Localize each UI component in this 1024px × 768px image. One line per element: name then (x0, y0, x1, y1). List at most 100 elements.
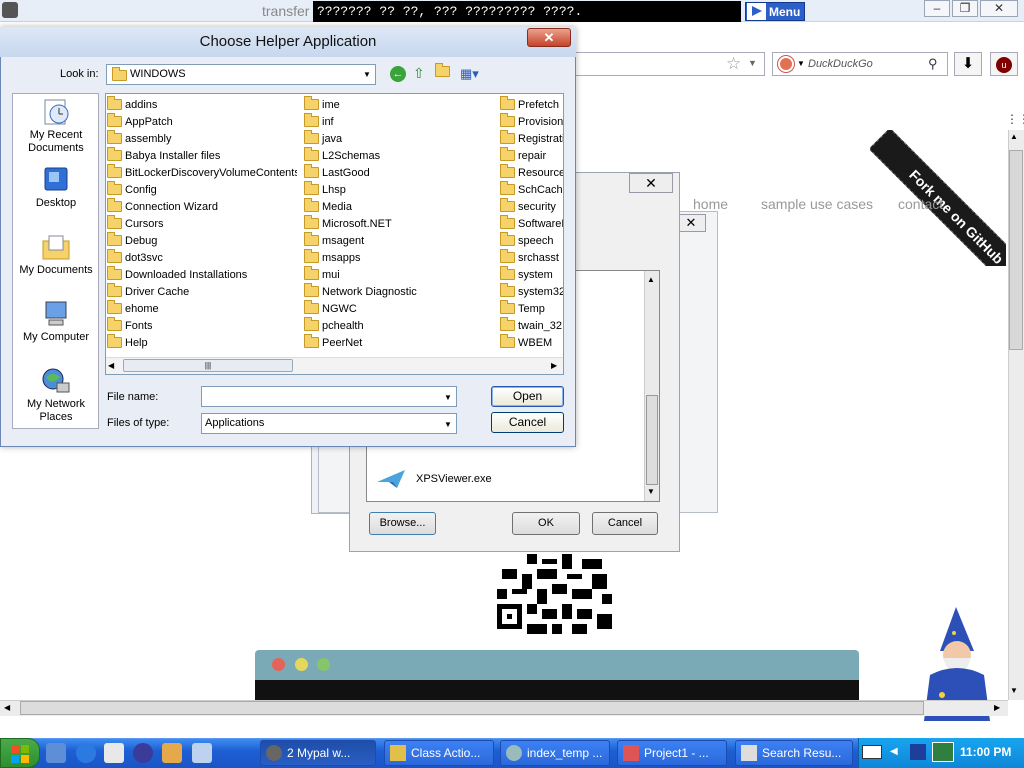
close-window-button[interactable]: ✕ (980, 0, 1018, 17)
dialog-close-icon[interactable]: ✕ (629, 173, 673, 193)
vertical-scroll-thumb[interactable] (1009, 150, 1023, 350)
list-item[interactable]: SoftwareD (500, 215, 563, 232)
list-item[interactable]: pchealth (304, 317, 494, 334)
task-index-temp[interactable]: index_temp ... (500, 740, 610, 766)
list-item[interactable]: inf (304, 113, 494, 130)
list-item[interactable]: Connection Wizard (107, 198, 297, 215)
maximize-button[interactable]: ❐ (952, 0, 978, 17)
nav-link-contact[interactable]: contact (898, 196, 943, 212)
list-item[interactable]: security (500, 198, 563, 215)
list-item[interactable]: speech (500, 232, 563, 249)
file-name-input[interactable] (201, 386, 457, 407)
nav-link-use-cases[interactable]: sample use cases (761, 196, 873, 212)
list-item[interactable]: Downloaded Installations (107, 266, 297, 283)
list-item[interactable]: assembly (107, 130, 297, 147)
list-item[interactable]: NGWC (304, 300, 494, 317)
list-item[interactable]: msagent (304, 232, 494, 249)
list-scroll-up-icon[interactable]: ▲ (647, 275, 655, 284)
list-item[interactable]: Config (107, 181, 297, 198)
place-my-documents[interactable]: My Documents (13, 233, 99, 277)
list-item[interactable]: srchasst (500, 249, 563, 266)
media-player-icon[interactable] (133, 743, 153, 763)
duckduckgo-icon[interactable] (778, 56, 794, 72)
scroll-left-icon[interactable]: ◀ (4, 703, 10, 712)
list-item[interactable]: system32 (500, 283, 563, 300)
place-desktop[interactable]: Desktop (13, 166, 99, 210)
chevron-down-icon[interactable]: ▼ (444, 420, 452, 429)
list-item[interactable]: AppPatch (107, 113, 297, 130)
list-item[interactable]: SchCache (500, 181, 563, 198)
network-tray-icon[interactable] (910, 744, 926, 760)
list-item[interactable]: ehome (107, 300, 297, 317)
scroll-left-icon[interactable]: ◀ (108, 361, 114, 370)
download-button[interactable]: ⬇ (954, 52, 982, 76)
list-item[interactable]: addins (107, 96, 297, 113)
back-icon[interactable]: ← (390, 66, 406, 82)
place-network[interactable]: My Network Places (13, 367, 99, 424)
list-item[interactable]: java (304, 130, 494, 147)
list-item[interactable]: Registrati (500, 130, 563, 147)
list-item[interactable]: Lhsp (304, 181, 494, 198)
dialog-cancel-button[interactable]: Cancel (491, 412, 564, 433)
cancel-button[interactable]: Cancel (592, 512, 658, 535)
background-close-icon[interactable]: ✕ (676, 214, 706, 232)
view-menu-icon[interactable]: ▦▾ (460, 66, 479, 82)
task-project1[interactable]: Project1 - ... (617, 740, 727, 766)
tools-icon[interactable] (162, 743, 182, 763)
list-item[interactable]: msapps (304, 249, 494, 266)
list-item[interactable]: LastGood (304, 164, 494, 181)
list-item[interactable]: Driver Cache (107, 283, 297, 300)
menu-button[interactable]: Menu (745, 2, 805, 21)
list-item[interactable]: Media (304, 198, 494, 215)
scroll-right-icon[interactable]: ▶ (551, 361, 557, 370)
ublock-button[interactable]: u (990, 52, 1018, 76)
task-class-action[interactable]: Class Actio... (384, 740, 494, 766)
list-item[interactable]: PeerNet (304, 334, 494, 351)
quick-launch-icon[interactable] (46, 743, 66, 763)
browse-button[interactable]: Browse... (369, 512, 436, 535)
tray-arrow-icon[interactable]: ◀ (890, 746, 898, 757)
menu-grip-icon[interactable]: ⋮⋮ (1006, 112, 1024, 126)
list-item[interactable]: Fonts (107, 317, 297, 334)
files-of-type-select[interactable]: Applications (201, 413, 457, 434)
scroll-right-icon[interactable]: ▶ (994, 703, 1000, 712)
scroll-up-icon[interactable]: ▲ (1010, 132, 1018, 141)
up-folder-icon[interactable]: ⇧ (413, 65, 425, 82)
minimize-button[interactable]: – (924, 0, 950, 17)
file-list-scroll-thumb[interactable]: ||| (123, 359, 293, 372)
horizontal-scroll-thumb[interactable] (20, 701, 924, 715)
internet-explorer-icon[interactable] (76, 743, 96, 763)
list-item[interactable]: XPSViewer.exe (416, 473, 492, 485)
list-item[interactable]: mui (304, 266, 494, 283)
list-scroll-thumb[interactable] (646, 395, 658, 485)
bookmark-star-icon[interactable]: ☆ (726, 54, 741, 74)
list-item[interactable]: L2Schemas (304, 147, 494, 164)
list-item[interactable]: WBEM (500, 334, 563, 351)
list-item[interactable]: system (500, 266, 563, 283)
new-folder-icon[interactable] (435, 63, 453, 80)
task-mypal[interactable]: 2 Mypal w... (260, 740, 376, 766)
list-item[interactable]: Resource: (500, 164, 563, 181)
search-engine-dropdown-icon[interactable]: ▼ (797, 59, 805, 68)
chevron-down-icon[interactable]: ▼ (363, 70, 371, 79)
start-button[interactable] (0, 738, 40, 768)
task-search-results[interactable]: Search Resu... (735, 740, 853, 766)
list-item[interactable]: Temp (500, 300, 563, 317)
list-item[interactable]: repair (500, 147, 563, 164)
search-icon[interactable]: ⚲ (928, 56, 938, 72)
list-item[interactable]: Debug (107, 232, 297, 249)
settings-icon[interactable] (104, 743, 124, 763)
list-item[interactable]: Help (107, 334, 297, 351)
place-recent-documents[interactable]: My Recent Documents (13, 98, 99, 155)
list-item[interactable]: Prefetch (500, 96, 563, 113)
list-item[interactable]: twain_32 (500, 317, 563, 334)
nav-link-home[interactable]: home (693, 196, 728, 212)
list-scroll-down-icon[interactable]: ▼ (647, 487, 655, 496)
list-item[interactable]: Provisioni (500, 113, 563, 130)
list-item[interactable]: dot3svc (107, 249, 297, 266)
place-my-computer[interactable]: My Computer (13, 300, 99, 344)
list-item[interactable]: Babya Installer files (107, 147, 297, 164)
scroll-down-icon[interactable]: ▼ (1010, 686, 1018, 695)
close-icon[interactable]: ✕ (527, 28, 571, 47)
chevron-down-icon[interactable]: ▼ (444, 393, 452, 402)
